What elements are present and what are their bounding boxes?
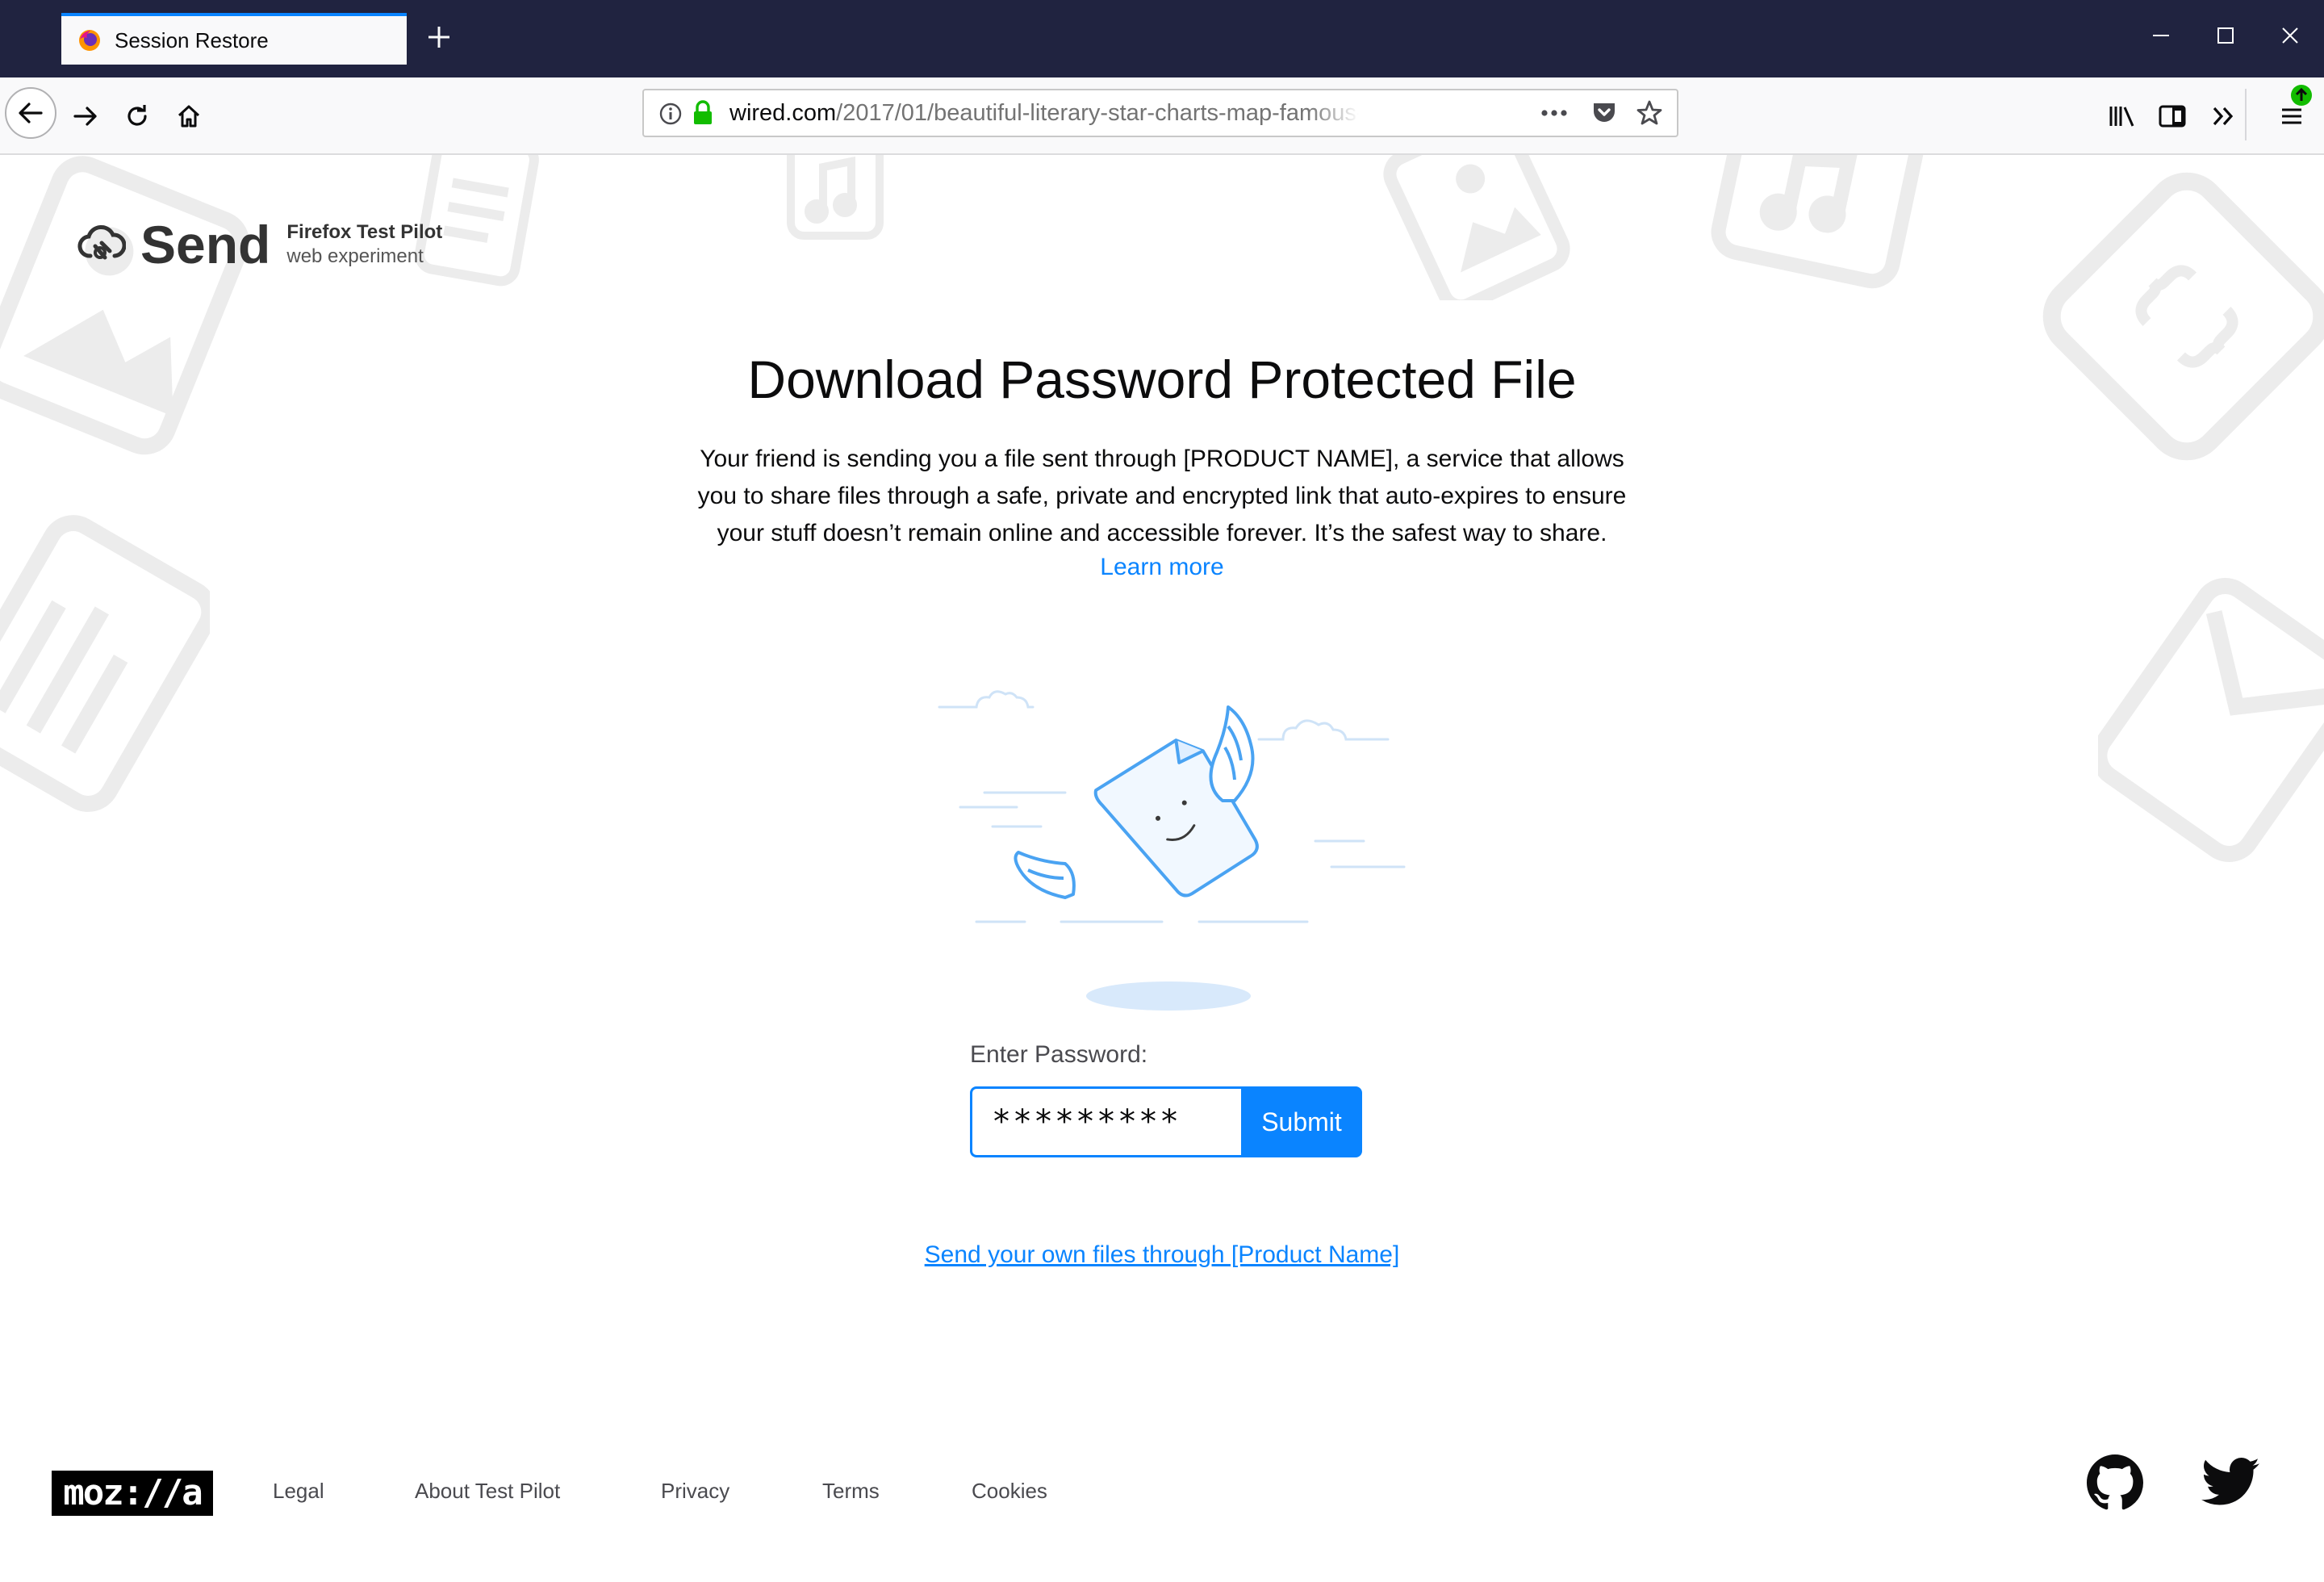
- plus-icon: [428, 27, 449, 48]
- new-tab-button[interactable]: [420, 18, 458, 56]
- sidebar-icon: [2159, 105, 2186, 128]
- more-icon: [1541, 110, 1567, 116]
- overflow-button[interactable]: [2203, 95, 2245, 137]
- home-icon: [178, 105, 200, 128]
- url-path: /2017/01/beautiful-literary-star-charts-…: [836, 100, 1359, 126]
- description-text: Your friend is sending you a file sent t…: [697, 446, 1627, 546]
- url-domain: wired.com: [729, 100, 837, 126]
- page-actions-button[interactable]: [1538, 97, 1570, 129]
- reload-button[interactable]: [116, 95, 158, 137]
- password-form: ********* Submit: [970, 1086, 1362, 1157]
- footer-link-cookies[interactable]: Cookies: [972, 1479, 1047, 1504]
- home-button[interactable]: [168, 95, 210, 137]
- background-file-photo-icon: [1383, 155, 1570, 300]
- info-icon[interactable]: [658, 102, 683, 126]
- footer-link-legal[interactable]: Legal: [273, 1479, 324, 1504]
- url-text[interactable]: wired.com/2017/01/beautiful-literary-sta…: [729, 90, 1359, 136]
- lock-icon[interactable]: [691, 100, 715, 126]
- background-music-icon: [787, 155, 884, 240]
- url-bar[interactable]: wired.com/2017/01/beautiful-literary-sta…: [642, 89, 1678, 137]
- github-icon[interactable]: [2087, 1454, 2143, 1511]
- maximize-button[interactable]: [2208, 18, 2243, 53]
- test-pilot-label: Firefox Test Pilot web experiment: [286, 221, 442, 268]
- navigation-toolbar: wired.com/2017/01/beautiful-literary-sta…: [0, 77, 2324, 155]
- tab-session-restore[interactable]: Session Restore: [61, 13, 407, 65]
- update-badge-icon: [2291, 85, 2312, 106]
- test-pilot-line2: web experiment: [286, 245, 424, 267]
- send-own-files-link[interactable]: Send your own files through [Product Nam…: [0, 1241, 2324, 1269]
- send-logo-icon: [77, 225, 126, 260]
- forward-icon: [73, 107, 97, 126]
- send-brand[interactable]: Send Firefox Test Pilot web experiment: [77, 208, 442, 281]
- sidebar-button[interactable]: [2151, 95, 2193, 137]
- page-content: Send Firefox Test Pilot web experiment D…: [0, 155, 2324, 1582]
- learn-more-link[interactable]: Learn more: [0, 554, 2324, 581]
- library-button[interactable]: [2101, 95, 2143, 137]
- background-envelope-icon: [2098, 578, 2324, 862]
- pocket-button[interactable]: [1588, 97, 1620, 129]
- minimize-icon: [2153, 35, 2169, 36]
- tab-title: Session Restore: [115, 27, 269, 52]
- firefox-icon: [79, 30, 100, 51]
- menu-button[interactable]: [2271, 85, 2313, 137]
- footer-link-privacy[interactable]: Privacy: [661, 1479, 729, 1504]
- pocket-icon: [1594, 103, 1615, 122]
- background-file-image-icon: [0, 156, 250, 455]
- minimize-button[interactable]: [2143, 18, 2179, 53]
- back-icon: [19, 103, 43, 123]
- star-icon: [1636, 100, 1662, 125]
- close-icon: [2282, 27, 2298, 44]
- background-code-file-icon: [2042, 172, 2324, 461]
- send-title: Send: [140, 215, 271, 274]
- reload-icon: [127, 105, 147, 126]
- forward-button[interactable]: [65, 95, 107, 137]
- maximize-icon: [2217, 27, 2234, 44]
- mozilla-logo[interactable]: moz://a: [52, 1471, 213, 1516]
- menu-icon: [2282, 108, 2301, 124]
- title-bar: Session Restore: [0, 0, 2324, 77]
- background-music-file-icon: [1711, 155, 1924, 289]
- footer-link-about-test-pilot[interactable]: About Test Pilot: [415, 1479, 560, 1504]
- back-button[interactable]: [5, 87, 56, 139]
- password-label: Enter Password:: [970, 1041, 1148, 1068]
- toolbar-separator: [2245, 89, 2247, 140]
- twitter-icon[interactable]: [2201, 1456, 2259, 1508]
- close-window-button[interactable]: [2272, 18, 2308, 53]
- password-input[interactable]: *********: [970, 1086, 1244, 1157]
- flying-file-illustration: [938, 690, 1406, 1011]
- bookmark-star-button[interactable]: [1633, 97, 1666, 129]
- test-pilot-line1: Firefox Test Pilot: [286, 221, 443, 243]
- overflow-icon: [2213, 107, 2234, 126]
- submit-button[interactable]: Submit: [1241, 1086, 1362, 1157]
- footer-link-terms[interactable]: Terms: [822, 1479, 880, 1504]
- library-icon: [2109, 107, 2134, 127]
- page-title: Download Password Protected File: [747, 349, 1577, 409]
